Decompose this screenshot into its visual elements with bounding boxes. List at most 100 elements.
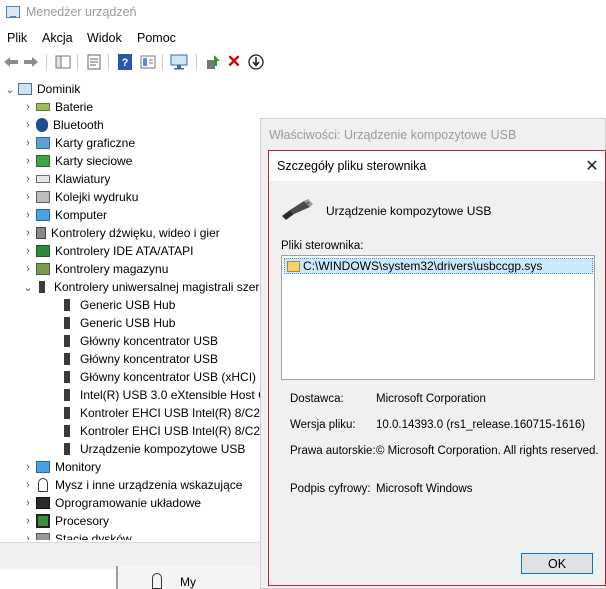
tree-item-label: Główny koncentrator USB — [80, 334, 219, 348]
tree-item-karty-sieciowe[interactable]: › Karty sieciowe — [22, 152, 132, 170]
tree-root[interactable]: ⌄ Dominik — [4, 80, 80, 98]
properties-icon[interactable] — [85, 53, 103, 71]
chevron-right-icon[interactable]: › — [22, 263, 34, 275]
chevron-right-icon[interactable]: › — [22, 461, 34, 473]
tree-item-usb-child[interactable]: Urządzenie kompozytowe USB — [60, 440, 245, 458]
disable-icon[interactable] — [247, 53, 265, 71]
tree-item-label: Kolejki wydruku — [55, 190, 139, 204]
ok-button[interactable]: OK — [521, 553, 593, 574]
firmware-chip-icon — [36, 497, 50, 509]
tree-item-bluetooth[interactable]: › Bluetooth — [22, 116, 104, 134]
chevron-right-icon[interactable]: › — [22, 479, 34, 491]
tree-item-label: Oprogramowanie układowe — [55, 496, 202, 510]
dialog-title: Szczegóły pliku sterownika — [277, 159, 427, 173]
tree-item-usb-child[interactable]: Główny koncentrator USB — [60, 350, 218, 368]
file-version-value: 10.0.14393.0 (rs1_release.160715-1616) — [376, 419, 586, 431]
tree-item-label: Procesory — [55, 514, 110, 528]
uninstall-icon[interactable]: ✕ — [225, 52, 243, 71]
tree-item-klawiatury[interactable]: › Klawiatury — [22, 170, 110, 188]
tree-item-label: Urządzenie kompozytowe USB — [80, 442, 246, 456]
driver-files-label: Pliki sterownika: — [281, 240, 364, 252]
chevron-right-icon[interactable]: › — [22, 137, 34, 149]
bluetooth-icon — [36, 118, 48, 132]
show-hide-tree-icon[interactable] — [54, 53, 72, 71]
tree-item-kontrolery-ide[interactable]: › Kontrolery IDE ATA/ATAPI — [22, 242, 194, 260]
menu-akcja[interactable]: Akcja — [42, 31, 73, 45]
forward-arrow-icon[interactable] — [22, 53, 40, 71]
tree-item-usb-child[interactable]: Intel(R) USB 3.0 eXtensible Host Co — [60, 386, 262, 404]
tree-item-label: Intel(R) USB 3.0 eXtensible Host Co — [80, 388, 262, 402]
file-version-label: Wersja pliku: — [290, 419, 356, 431]
chevron-right-icon[interactable]: › — [22, 227, 34, 239]
driver-file-row[interactable]: C:\WINDOWS\system32\drivers\usbccgp.sys — [284, 258, 593, 274]
chevron-right-icon[interactable]: › — [22, 191, 34, 203]
tree-item-label: Monitory — [55, 460, 102, 474]
chevron-right-icon[interactable]: › — [22, 119, 34, 131]
chevron-down-icon[interactable]: ⌄ — [4, 83, 16, 96]
tree-item-stacje-dyskow[interactable]: › Stacje dysków — [22, 530, 132, 540]
tree-item-procesory[interactable]: › Procesory — [22, 512, 109, 530]
menu-widok[interactable]: Widok — [87, 31, 122, 45]
action-view-icon[interactable] — [139, 53, 157, 71]
scan-hardware-icon[interactable] — [170, 53, 188, 71]
tree-item-label: Karty sieciowe — [55, 154, 133, 168]
speaker-icon — [36, 227, 46, 239]
processor-icon — [36, 514, 50, 528]
toolbar-separator — [196, 54, 197, 70]
tree-item-label: Mysz i inne urządzenia wskazujące — [55, 478, 243, 492]
close-icon[interactable]: ✕ — [578, 151, 606, 181]
usb-plug-icon — [39, 281, 45, 293]
chevron-right-icon[interactable]: › — [22, 533, 34, 540]
chevron-right-icon[interactable]: › — [22, 173, 34, 185]
update-driver-icon[interactable] — [204, 53, 222, 71]
tree-item-label: Kontroler EHCI USB Intel(R) 8/C220 — [80, 406, 262, 420]
tree-item-label: Stacje dysków — [55, 532, 132, 540]
tree-root-label: Dominik — [37, 82, 81, 96]
chevron-right-icon[interactable]: › — [22, 101, 34, 113]
certificate-file-icon — [287, 260, 300, 272]
tree-item-usb-child[interactable]: Główny koncentrator USB (xHCI) — [60, 368, 256, 386]
background-truncated-text: My — [180, 575, 196, 589]
tree-item-usb-child[interactable]: Generic USB Hub — [60, 314, 175, 332]
device-tree: ⌄ Dominik › Baterie › Bluetooth › Karty … — [0, 78, 262, 540]
battery-icon — [36, 103, 50, 111]
menu-plik[interactable]: Plik — [7, 31, 27, 45]
chevron-down-icon[interactable]: ⌄ — [22, 281, 34, 294]
mouse-icon — [38, 478, 48, 492]
chevron-right-icon[interactable]: › — [22, 497, 34, 509]
tree-item-mysz[interactable]: › Mysz i inne urządzenia wskazujące — [22, 476, 242, 494]
tree-item-oprogramowanie[interactable]: › Oprogramowanie układowe — [22, 494, 201, 512]
tree-item-baterie[interactable]: › Baterie — [22, 98, 93, 116]
chevron-right-icon[interactable]: › — [22, 515, 34, 527]
tree-item-kontrolery-usb[interactable]: ⌄ Kontrolery uniwersalnej magistrali sze… — [22, 278, 259, 296]
usb-plug-icon — [64, 317, 70, 329]
toolbar-separator — [77, 54, 78, 70]
help-icon[interactable]: ? — [116, 53, 134, 71]
tree-item-label: Bluetooth — [53, 118, 104, 132]
tree-item-usb-child[interactable]: Kontroler EHCI USB Intel(R) 8/C220 — [60, 404, 262, 422]
menu-pomoc[interactable]: Pomoc — [137, 31, 176, 45]
usb-plug-icon — [64, 299, 70, 311]
chevron-right-icon[interactable]: › — [22, 245, 34, 257]
tree-item-label: Baterie — [55, 100, 94, 114]
tree-item-usb-child[interactable]: Główny koncentrator USB — [60, 332, 218, 350]
tree-item-usb-child[interactable]: Generic USB Hub — [60, 296, 175, 314]
tree-item-label: Karty graficzne — [55, 136, 136, 150]
tree-item-kontrolery-magazynu[interactable]: › Kontrolery magazynu — [22, 260, 168, 278]
ide-controller-icon — [36, 245, 50, 257]
tree-item-usb-child[interactable]: Kontroler EHCI USB Intel(R) 8/C220 — [60, 422, 262, 440]
tree-item-karty-graficzne[interactable]: › Karty graficzne — [22, 134, 135, 152]
tree-item-label: Kontrolery uniwersalnej magistrali szer — [54, 280, 260, 294]
digital-signer-value: Microsoft Windows — [376, 483, 473, 495]
chevron-right-icon[interactable]: › — [22, 155, 34, 167]
tree-item-kontrolery-dzwieku[interactable]: › Kontrolery dźwięku, wideo i gier — [22, 224, 220, 242]
chevron-right-icon[interactable]: › — [22, 209, 34, 221]
tree-item-label: Kontrolery IDE ATA/ATAPI — [55, 244, 194, 258]
keyboard-icon — [36, 175, 50, 183]
tree-item-kolejki-wydruku[interactable]: › Kolejki wydruku — [22, 188, 138, 206]
tree-item-komputer[interactable]: › Komputer — [22, 206, 107, 224]
usb-plug-icon — [64, 389, 70, 401]
tree-item-monitory[interactable]: › Monitory — [22, 458, 101, 476]
back-arrow-icon[interactable] — [2, 53, 20, 71]
usb-plug-icon — [64, 407, 70, 419]
